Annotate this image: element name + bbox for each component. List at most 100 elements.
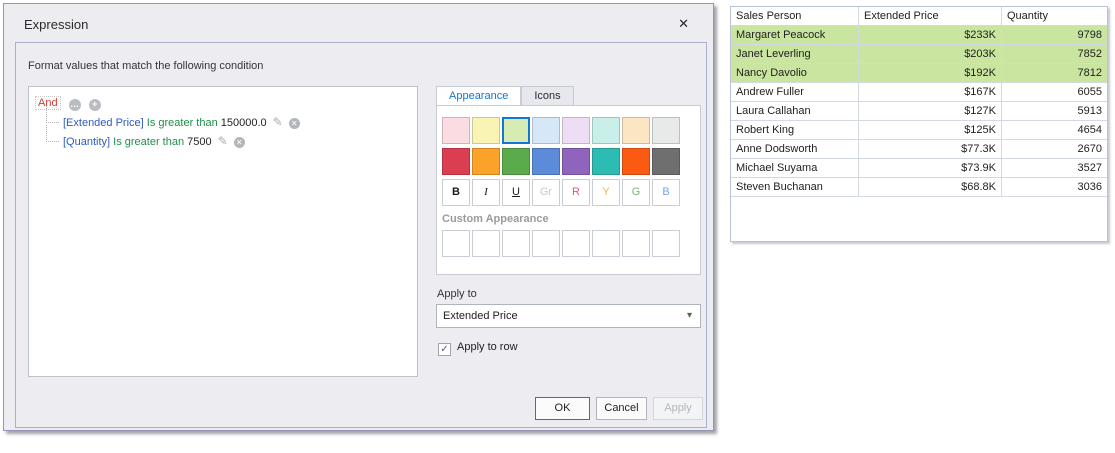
- filter-group-row: And … +: [35, 95, 411, 113]
- color-swatch[interactable]: [532, 117, 560, 144]
- grid-cell: Andrew Fuller: [731, 83, 859, 102]
- condition-field[interactable]: [Extended Price]: [63, 117, 144, 129]
- color-swatch[interactable]: [472, 117, 500, 144]
- color-swatch[interactable]: [442, 148, 470, 175]
- dialog-title: Expression: [24, 17, 88, 32]
- group-options-icon[interactable]: …: [69, 99, 81, 111]
- custom-appearance-swatch[interactable]: [622, 230, 650, 257]
- apply-to-row-checkbox[interactable]: ✓ Apply to row: [438, 340, 518, 354]
- condition-operator[interactable]: Is greater than: [147, 117, 218, 129]
- condition-description: Format values that match the following c…: [28, 60, 263, 72]
- grid-cell: 7852: [1002, 45, 1107, 64]
- remove-condition-icon[interactable]: ✕: [234, 137, 245, 148]
- tab-icons[interactable]: Icons: [521, 86, 573, 106]
- color-swatch[interactable]: [592, 117, 620, 144]
- grid-column-header[interactable]: Extended Price: [859, 7, 1002, 26]
- grid-cell: $73.9K: [859, 159, 1002, 178]
- expression-dialog: Expression ✕ Format values that match th…: [3, 3, 714, 431]
- close-icon[interactable]: ✕: [678, 17, 689, 31]
- edit-pencil-icon[interactable]: ✎: [218, 134, 228, 148]
- grid-cell: Michael Suyama: [731, 159, 859, 178]
- add-condition-icon[interactable]: +: [89, 99, 101, 111]
- grid-cell: 4654: [1002, 121, 1107, 140]
- table-row[interactable]: Anne Dodsworth$77.3K2670: [731, 140, 1107, 159]
- color-swatch[interactable]: [562, 148, 590, 175]
- color-swatch[interactable]: [562, 117, 590, 144]
- apply-to-dropdown[interactable]: Extended Price ▾: [436, 304, 701, 328]
- font-style-button-gray[interactable]: Gr: [532, 179, 560, 206]
- grid-cell: 3036: [1002, 178, 1107, 197]
- color-swatch[interactable]: [652, 117, 680, 144]
- table-row[interactable]: Janet Leverling$203K7852: [731, 45, 1107, 64]
- custom-appearance-swatch[interactable]: [652, 230, 680, 257]
- custom-appearance-swatch[interactable]: [472, 230, 500, 257]
- grid-cell: Steven Buchanan: [731, 178, 859, 197]
- filter-condition-tree: And … + [Extended Price] Is greater than…: [28, 86, 418, 377]
- grid-column-header[interactable]: Sales Person: [731, 7, 859, 26]
- grid-cell: Margaret Peacock: [731, 26, 859, 45]
- color-swatch-selected[interactable]: [502, 117, 530, 144]
- table-row[interactable]: Robert King$125K4654: [731, 121, 1107, 140]
- color-swatch[interactable]: [472, 148, 500, 175]
- apply-to-label: Apply to: [437, 288, 477, 300]
- grid-cell: Nancy Davolio: [731, 64, 859, 83]
- grid-cell: Anne Dodsworth: [731, 140, 859, 159]
- cancel-button[interactable]: Cancel: [596, 397, 647, 420]
- grid-cell: 5913: [1002, 102, 1107, 121]
- grid-cell: 7812: [1002, 64, 1107, 83]
- custom-appearance-swatch[interactable]: [502, 230, 530, 257]
- table-row[interactable]: Nancy Davolio$192K7812: [731, 64, 1107, 83]
- condition-value[interactable]: 150000.0: [221, 117, 267, 129]
- grid-cell: 6055: [1002, 83, 1107, 102]
- color-swatch[interactable]: [622, 148, 650, 175]
- grid-cell: 2670: [1002, 140, 1107, 159]
- custom-appearance-swatch[interactable]: [562, 230, 590, 257]
- filter-condition: [Extended Price] Is greater than 150000.…: [35, 113, 411, 132]
- color-swatch[interactable]: [622, 117, 650, 144]
- appearance-panel: BIUGrRYGB Custom Appearance: [436, 105, 701, 275]
- custom-appearance-swatch[interactable]: [532, 230, 560, 257]
- color-swatch[interactable]: [442, 117, 470, 144]
- custom-appearance-swatch[interactable]: [442, 230, 470, 257]
- grid-column-header[interactable]: Quantity: [1002, 7, 1107, 26]
- font-style-button-green[interactable]: G: [622, 179, 650, 206]
- format-tabs: AppearanceIcons: [436, 86, 574, 106]
- dialog-footer: OK Cancel Apply: [4, 397, 703, 420]
- grid-cell: 3527: [1002, 159, 1107, 178]
- ok-button[interactable]: OK: [535, 397, 590, 420]
- font-style-button-blue[interactable]: B: [652, 179, 680, 206]
- font-style-button-red[interactable]: R: [562, 179, 590, 206]
- grid-cell: Laura Callahan: [731, 102, 859, 121]
- font-style-button-bold[interactable]: B: [442, 179, 470, 206]
- tab-appearance[interactable]: Appearance: [436, 86, 521, 106]
- table-row[interactable]: Laura Callahan$127K5913: [731, 102, 1107, 121]
- grid-cell: $203K: [859, 45, 1002, 64]
- color-swatch[interactable]: [652, 148, 680, 175]
- font-style-button-italic[interactable]: I: [472, 179, 500, 206]
- font-style-button-yellow[interactable]: Y: [592, 179, 620, 206]
- grid-cell: $77.3K: [859, 140, 1002, 159]
- apply-to-row-label: Apply to row: [457, 341, 518, 353]
- condition-value[interactable]: 7500: [187, 136, 211, 148]
- table-row[interactable]: Margaret Peacock$233K9798: [731, 26, 1107, 45]
- grid-cell: 9798: [1002, 26, 1107, 45]
- font-style-button-underline[interactable]: U: [502, 179, 530, 206]
- condition-field[interactable]: [Quantity]: [63, 136, 110, 148]
- color-swatch[interactable]: [502, 148, 530, 175]
- grid-cell: $167K: [859, 83, 1002, 102]
- apply-button[interactable]: Apply: [653, 397, 703, 420]
- custom-appearance-row: [442, 230, 695, 257]
- color-swatch[interactable]: [532, 148, 560, 175]
- filter-condition: [Quantity] Is greater than 7500 ✎ ✕: [35, 132, 411, 151]
- custom-appearance-swatch[interactable]: [592, 230, 620, 257]
- remove-condition-icon[interactable]: ✕: [289, 118, 300, 129]
- condition-operator[interactable]: Is greater than: [113, 136, 184, 148]
- table-row[interactable]: Steven Buchanan$68.8K3036: [731, 178, 1107, 197]
- grid-cell: $192K: [859, 64, 1002, 83]
- check-icon: ✓: [438, 343, 451, 356]
- edit-pencil-icon[interactable]: ✎: [273, 115, 283, 129]
- table-row[interactable]: Andrew Fuller$167K6055: [731, 83, 1107, 102]
- color-swatch[interactable]: [592, 148, 620, 175]
- table-row[interactable]: Michael Suyama$73.9K3527: [731, 159, 1107, 178]
- grid-cell: $125K: [859, 121, 1002, 140]
